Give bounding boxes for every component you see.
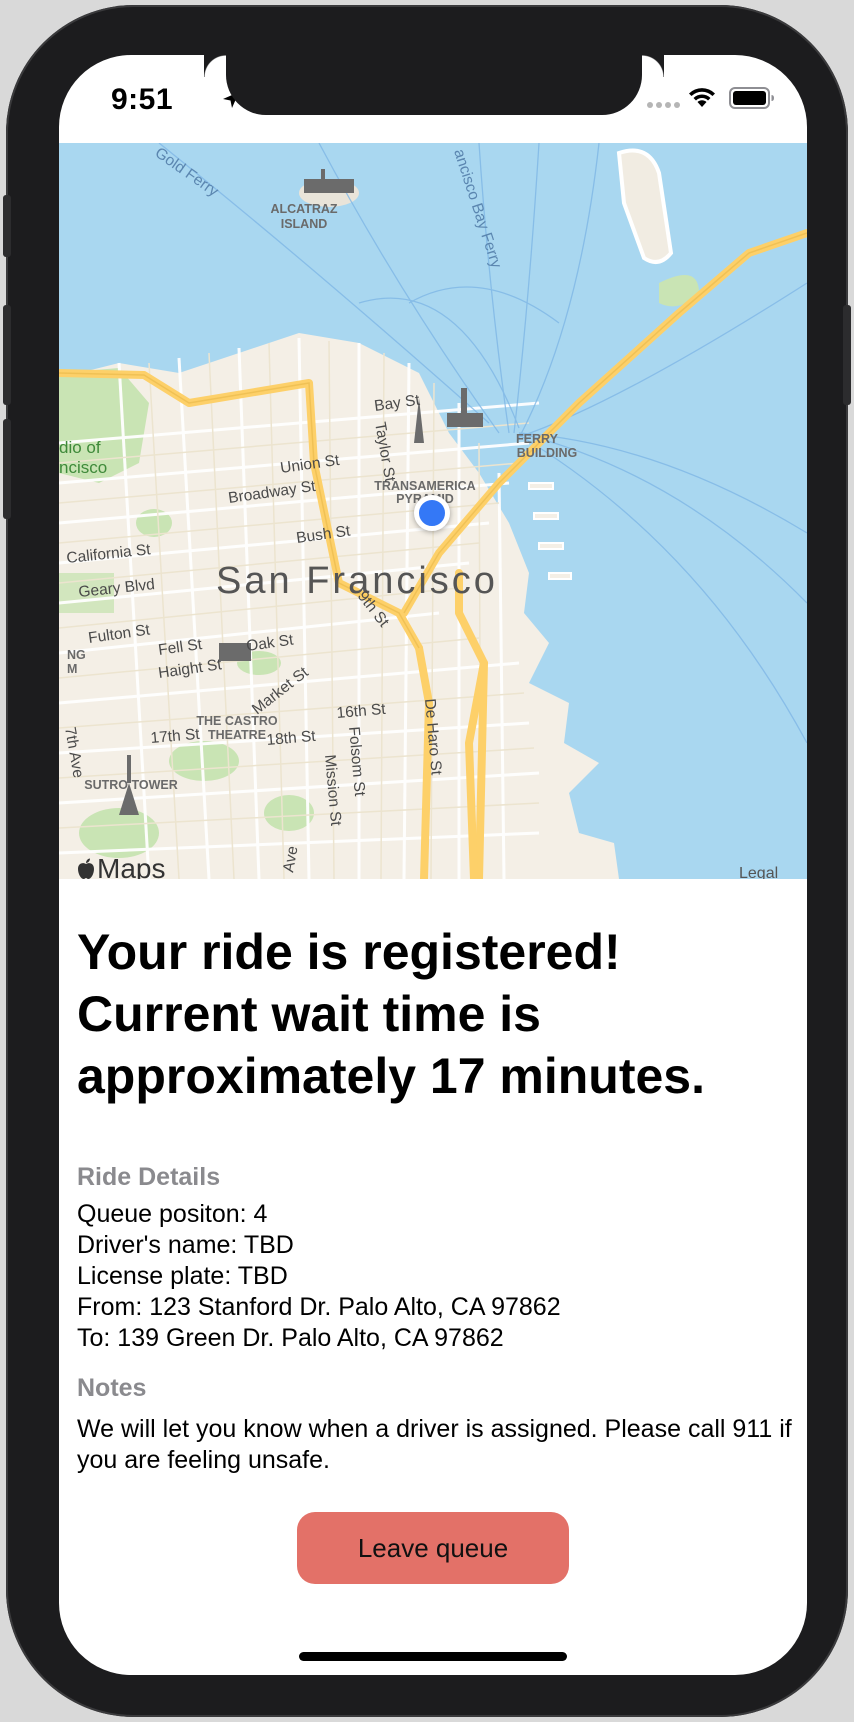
- home-indicator[interactable]: [299, 1652, 567, 1661]
- user-location-dot: [414, 495, 450, 531]
- apple-maps-logo: Maps: [77, 853, 165, 879]
- queue-position: Queue positon: 4: [77, 1200, 268, 1228]
- leave-queue-button[interactable]: Leave queue: [297, 1512, 569, 1584]
- driver-name: Driver's name: TBD: [77, 1231, 294, 1259]
- poi-castro-2: THEATRE: [208, 728, 266, 742]
- poi-palace-1: dio of: [59, 438, 101, 457]
- poi-alcatraz-1: ALCATRAZ: [270, 202, 337, 216]
- license-plate: License plate: TBD: [77, 1262, 288, 1290]
- map-view[interactable]: ALCATRAZ ISLAND FERRY BUILDING TRANSAMER…: [59, 143, 807, 879]
- poi-ferry-1: FERRY: [516, 432, 559, 446]
- volume-down-button: [3, 419, 11, 519]
- notes-text: We will let you know when a driver is as…: [77, 1415, 792, 1474]
- legal-link[interactable]: Legal: [739, 865, 778, 879]
- pickup-address: From: 123 Stanford Dr. Palo Alto, CA 978…: [77, 1293, 561, 1321]
- ride-details-list: Queue positon: 4 Driver's name: TBD Lice…: [77, 1199, 561, 1354]
- poi-sutro: SUTRO TOWER: [84, 778, 178, 792]
- notch: [226, 55, 664, 115]
- wifi-icon: [689, 88, 715, 107]
- volume-up-button: [3, 305, 11, 405]
- poi-alcatraz-2: ISLAND: [281, 217, 328, 231]
- poi-castro-1: THE CASTRO: [196, 714, 278, 728]
- ride-registered-headline: Your ride is registered! Current wait ti…: [77, 924, 706, 1104]
- phone-frame: 9:51 ALCATRAZ ISLAND FERRY BUILDING TRAN…: [3, 5, 851, 1717]
- ride-details-label: Ride Details: [77, 1163, 221, 1191]
- poi-ferry-2: BUILDING: [517, 446, 577, 460]
- signal-dots-icon: [647, 102, 680, 108]
- dropoff-address: To: 139 Green Dr. Palo Alto, CA 97862: [77, 1324, 504, 1352]
- screen: 9:51 ALCATRAZ ISLAND FERRY BUILDING TRAN…: [59, 55, 807, 1675]
- power-button: [843, 305, 851, 405]
- poi-edge-m: M: [67, 662, 77, 676]
- poi-edge-ng: NG: [67, 648, 86, 662]
- battery-icon: [729, 87, 774, 109]
- maps-brand-text: Maps: [97, 853, 166, 879]
- apple-logo-icon: [78, 858, 94, 879]
- notes-label: Notes: [77, 1374, 147, 1402]
- status-time: 9:51: [111, 83, 174, 116]
- mute-switch: [3, 195, 11, 257]
- poi-palace-2: ncisco: [59, 458, 107, 477]
